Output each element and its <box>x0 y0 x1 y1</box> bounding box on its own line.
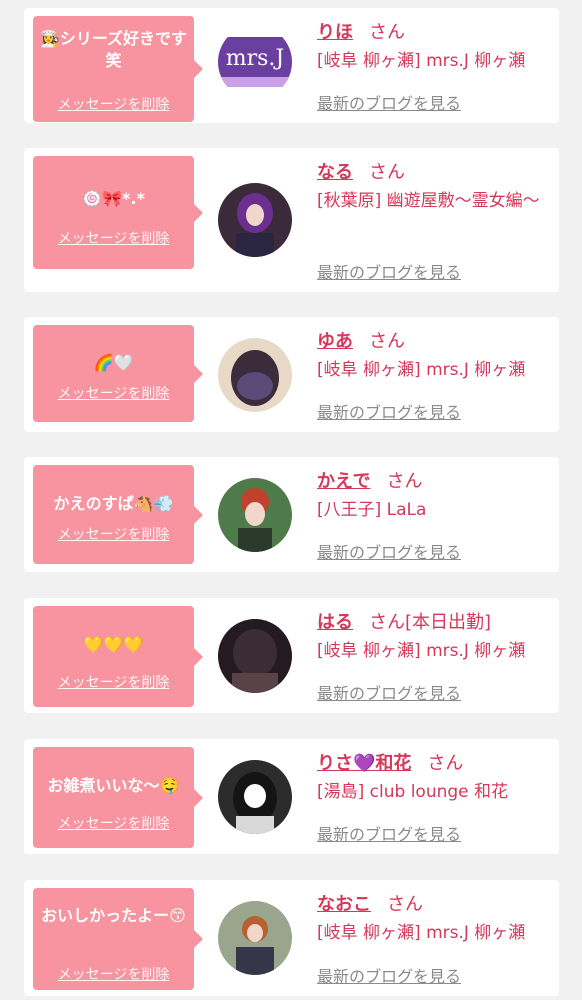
sender-name-link[interactable]: なおこ <box>317 894 371 915</box>
message-card: 🍥🎀*.* メッセージを削除 なる さん [秋葉原] 幽遊屋敷〜霊女編〜 最新のブ… <box>24 148 559 292</box>
honorific: さん <box>369 22 405 43</box>
message-card: 💛💛💛 メッセージを削除 はる さん[本日出勤] [岐阜 柳ヶ瀬] mrs.J 柳… <box>24 598 559 713</box>
name-line: ゆあ さん <box>317 327 405 353</box>
shop-name: [岐阜 柳ヶ瀬] mrs.J 柳ヶ瀬 <box>317 923 526 943</box>
shop-name: [岐阜 柳ヶ瀬] mrs.J 柳ヶ瀬 <box>317 360 526 380</box>
message-bubble: お雑煮いいな〜🤤 メッセージを削除 <box>33 747 203 848</box>
latest-blog-link[interactable]: 最新のブログを見る <box>317 680 461 704</box>
message-bubble: 🌈🤍 メッセージを削除 <box>33 325 203 422</box>
sender-name-link[interactable]: ゆあ <box>317 331 353 352</box>
delete-message-link[interactable]: メッセージを削除 <box>33 672 194 692</box>
honorific: さん <box>387 894 423 915</box>
message-text: おいしかったよー😙 <box>41 906 186 925</box>
message-card: かえのすぱ🐴💨 メッセージを削除 かえで さん [八王子] LaLa 最新のブログ… <box>24 457 559 572</box>
delete-message-link[interactable]: メッセージを削除 <box>33 383 194 403</box>
name-line: なおこ さん <box>317 890 423 916</box>
delete-message-link[interactable]: メッセージを削除 <box>33 813 194 833</box>
honorific: さん <box>369 612 405 633</box>
name-line: なる さん <box>317 158 405 184</box>
delete-message-link[interactable]: メッセージを削除 <box>33 964 194 984</box>
street-avatar <box>218 901 292 975</box>
latest-blog-link[interactable]: 最新のブログを見る <box>317 963 461 987</box>
message-text: かえのすぱ🐴💨 <box>53 494 174 513</box>
outdoor-avatar <box>218 478 292 552</box>
honorific: さん <box>369 331 405 352</box>
shop-name: [秋葉原] 幽遊屋敷〜霊女編〜 <box>317 191 540 211</box>
status-badge: [本日出勤] <box>405 612 492 633</box>
delete-message-link[interactable]: メッセージを削除 <box>33 228 194 248</box>
message-card: 🌈🤍 メッセージを削除 ゆあ さん [岐阜 柳ヶ瀬] mrs.J 柳ヶ瀬 最新のブ… <box>24 317 559 432</box>
avatar[interactable] <box>218 478 292 552</box>
latest-blog-link[interactable]: 最新のブログを見る <box>317 259 461 283</box>
mrsj-logo-avatar: mrs.J <box>218 25 292 99</box>
message-text: 👩‍🍳シリーズ好きです笑 <box>39 29 188 70</box>
latest-blog-link[interactable]: 最新のブログを見る <box>317 821 461 845</box>
honorific: さん <box>369 162 405 183</box>
message-bubble: 👩‍🍳シリーズ好きです笑 メッセージを削除 <box>33 16 203 122</box>
message-bubble: 💛💛💛 メッセージを削除 <box>33 606 203 707</box>
avatar[interactable]: mrs.J <box>218 25 292 99</box>
name-line: りほ さん <box>317 18 405 44</box>
sender-name-link[interactable]: りさ💜和花 <box>317 753 411 774</box>
avatar[interactable] <box>218 183 292 257</box>
svg-text:mrs.J: mrs.J <box>226 46 284 71</box>
message-card: お雑煮いいな〜🤤 メッセージを削除 りさ💜和花 さん [湯島] club loun… <box>24 739 559 854</box>
message-text: 🌈🤍 <box>93 353 134 372</box>
shop-name: [岐阜 柳ヶ瀬] mrs.J 柳ヶ瀬 <box>317 641 526 661</box>
latest-blog-link[interactable]: 最新のブログを見る <box>317 399 461 423</box>
sender-name-link[interactable]: はる <box>317 612 353 633</box>
name-line: はる さん[本日出勤] <box>317 608 491 634</box>
sender-name-link[interactable]: なる <box>317 162 353 183</box>
cosplay-avatar <box>218 183 292 257</box>
name-line: りさ💜和花 さん <box>317 749 463 775</box>
avatar[interactable] <box>218 338 292 412</box>
message-list: 👩‍🍳シリーズ好きです笑 メッセージを削除 mrs.J りほ さん [岐阜 柳ヶ瀬… <box>0 0 582 1000</box>
message-bubble: おいしかったよー😙 メッセージを削除 <box>33 888 203 990</box>
name-line: かえで さん <box>317 467 422 493</box>
avatar[interactable] <box>218 760 292 834</box>
message-card: 👩‍🍳シリーズ好きです笑 メッセージを削除 mrs.J りほ さん [岐阜 柳ヶ瀬… <box>24 8 559 123</box>
message-text: 🍥🎀*.* <box>82 189 145 208</box>
shop-name: [八王子] LaLa <box>317 500 427 520</box>
shop-name: [湯島] club lounge 和花 <box>317 782 509 802</box>
night-avatar <box>218 619 292 693</box>
message-text: お雑煮いいな〜🤤 <box>47 776 180 795</box>
avatar[interactable] <box>218 619 292 693</box>
honorific: さん <box>386 471 423 492</box>
avatar[interactable] <box>218 901 292 975</box>
message-card: おいしかったよー😙 メッセージを削除 なおこ さん [岐阜 柳ヶ瀬] mrs.J … <box>24 880 559 996</box>
latest-blog-link[interactable]: 最新のブログを見る <box>317 539 461 563</box>
selfie-avatar <box>218 760 292 834</box>
latest-blog-link[interactable]: 最新のブログを見る <box>317 90 461 114</box>
sender-name-link[interactable]: かえで <box>317 471 370 492</box>
message-bubble: かえのすぱ🐴💨 メッセージを削除 <box>33 465 203 564</box>
delete-message-link[interactable]: メッセージを削除 <box>33 94 194 114</box>
message-bubble: 🍥🎀*.* メッセージを削除 <box>33 156 203 269</box>
shop-name: [岐阜 柳ヶ瀬] mrs.J 柳ヶ瀬 <box>317 51 526 71</box>
honorific: さん <box>427 753 464 774</box>
sender-name-link[interactable]: りほ <box>317 22 353 43</box>
delete-message-link[interactable]: メッセージを削除 <box>33 524 194 544</box>
message-text: 💛💛💛 <box>83 635 144 654</box>
hair-avatar <box>218 338 292 412</box>
